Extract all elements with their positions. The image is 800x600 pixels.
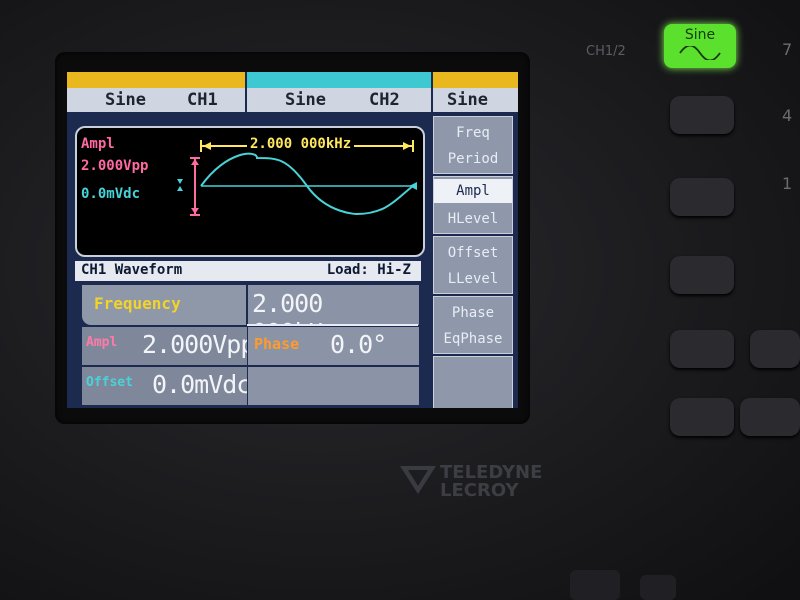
softkey-freq-label: Freq bbox=[456, 125, 490, 141]
load-status: Load: Hi-Z bbox=[326, 262, 411, 278]
softkey-ampl-label: Ampl bbox=[434, 179, 512, 203]
softkey-llevel-label: LLevel bbox=[447, 271, 499, 287]
tab-ch1-body: Sine CH1 bbox=[67, 88, 245, 112]
lcd-screen: Sine CH1 Sine CH2 Sine Ampl 2.000Vpp 0.0… bbox=[67, 72, 518, 408]
info-bar: CH1 Waveform Load: Hi-Z bbox=[75, 261, 421, 281]
brand-line-2: LECROY bbox=[440, 480, 519, 501]
frequency-param-cell[interactable]: Frequency bbox=[81, 284, 247, 326]
tab-ch2[interactable]: Sine CH2 bbox=[247, 72, 431, 112]
noise-waveform-button[interactable] bbox=[670, 330, 734, 368]
tab-mode-body: Sine bbox=[433, 88, 518, 112]
square-waveform-button[interactable] bbox=[670, 96, 734, 134]
softkey-offset-label: Offset bbox=[447, 245, 499, 261]
keypad-4-label[interactable]: 4 bbox=[782, 106, 792, 125]
amplitude-param-value: 2.000Vpp bbox=[142, 330, 255, 359]
bottom-connector bbox=[570, 570, 620, 600]
keypad-1-label[interactable]: 1 bbox=[782, 174, 792, 193]
frequency-arrow-left bbox=[203, 142, 211, 150]
softkey-phase-eqphase[interactable]: Phase EqPhase bbox=[433, 296, 513, 354]
arb-waveform-button[interactable] bbox=[670, 398, 734, 436]
tab-ch2-wave: Sine bbox=[285, 90, 326, 110]
bottom-connector-2 bbox=[640, 575, 676, 600]
softkey-period-label: Period bbox=[447, 151, 499, 167]
softkey-offset-llevel[interactable]: Offset LLevel bbox=[433, 236, 513, 294]
frequency-param-label: Frequency bbox=[94, 294, 181, 313]
ramp-waveform-button[interactable] bbox=[670, 178, 734, 216]
pulse-waveform-button[interactable] bbox=[670, 256, 734, 294]
offset-param-value: 0.0mVdc bbox=[152, 370, 251, 399]
softkey-freq-period[interactable]: Freq Period bbox=[433, 116, 513, 174]
sine-waveform bbox=[200, 152, 414, 216]
softkey-ampl-hlevel[interactable]: Ampl HLevel bbox=[433, 176, 513, 234]
tab-ch2-channel: CH2 bbox=[369, 90, 400, 110]
ch2-color-strip bbox=[247, 72, 431, 88]
phase-param-label: Phase bbox=[254, 335, 300, 353]
offset-param-cell[interactable]: Offset 0.0mVdc bbox=[81, 366, 251, 406]
mode-color-strip bbox=[433, 72, 518, 88]
empty-param-cell bbox=[247, 366, 420, 406]
tab-mode-label: Sine bbox=[447, 90, 488, 110]
ampl-label: Ampl bbox=[81, 136, 115, 152]
frequency-arrow-right bbox=[403, 142, 411, 150]
frequency-readout: 2.000 000kHz bbox=[247, 136, 355, 152]
tab-ch1-wave: Sine bbox=[105, 90, 146, 110]
amplitude-arrow-up bbox=[191, 159, 199, 165]
ch1-color-strip bbox=[67, 72, 245, 88]
phase-param-value: 0.0° bbox=[330, 330, 387, 359]
tab-waveform-mode[interactable]: Sine bbox=[433, 72, 518, 112]
utility-button[interactable] bbox=[750, 330, 800, 368]
brand-logo: TELEDYNE LECROY bbox=[440, 464, 542, 500]
waveform-preview: Ampl 2.000Vpp 0.0mVdc 2.000 000kHz bbox=[75, 126, 425, 257]
sine-button-label: Sine bbox=[684, 27, 716, 43]
sine-wave-icon bbox=[679, 46, 721, 60]
phase-param-cell[interactable]: Phase 0.0° bbox=[247, 326, 420, 366]
softkey-blank[interactable] bbox=[433, 356, 513, 408]
tab-ch1-channel: CH1 bbox=[187, 90, 218, 110]
amplitude-param-cell[interactable]: Ampl 2.000Vpp bbox=[81, 326, 255, 366]
tab-ch1[interactable]: Sine CH1 bbox=[67, 72, 245, 112]
teledyne-logo-icon bbox=[400, 466, 436, 494]
keypad-7-label[interactable]: 7 bbox=[782, 40, 792, 59]
offset-marker bbox=[177, 179, 183, 184]
amplitude-arrow-down bbox=[191, 208, 199, 214]
amplitude-param-label: Ampl bbox=[86, 335, 118, 350]
ampl-readout: 2.000Vpp bbox=[81, 158, 149, 174]
signal-generator-panel: CH1/2 Sine 7 4 1 TELEDYNE LECROY Sine CH… bbox=[0, 0, 800, 600]
softkey-eqphase-label: EqPhase bbox=[443, 331, 503, 347]
sine-waveform-button[interactable]: Sine bbox=[664, 24, 736, 68]
softkey-phase-label: Phase bbox=[451, 305, 495, 321]
offset-readout: 0.0mVdc bbox=[81, 186, 141, 202]
parameter-button[interactable] bbox=[740, 398, 800, 436]
offset-marker-2 bbox=[177, 186, 183, 191]
frequency-value-cell[interactable]: 2.000 000kHz bbox=[247, 284, 420, 347]
softkey-hlevel-label: HLevel bbox=[447, 211, 499, 227]
tab-ch2-body: Sine CH2 bbox=[247, 88, 431, 112]
offset-param-label: Offset bbox=[86, 375, 133, 390]
waveform-title: CH1 Waveform bbox=[81, 262, 183, 278]
channel-select-label: CH1/2 bbox=[586, 44, 626, 59]
